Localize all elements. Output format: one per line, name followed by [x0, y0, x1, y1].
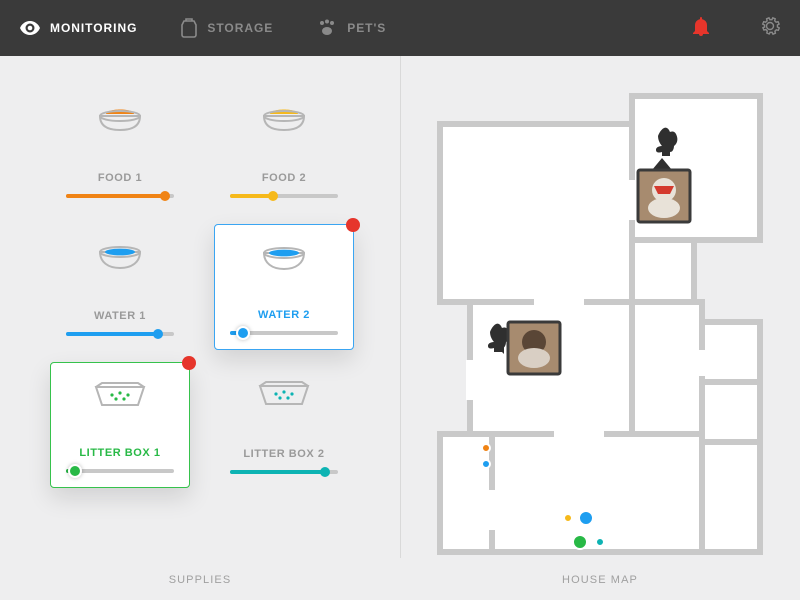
supply-card[interactable]: FOOD 1: [50, 86, 190, 212]
nav-storage[interactable]: STORAGE: [181, 18, 273, 38]
supply-label: WATER 1: [94, 310, 146, 322]
settings-icon[interactable]: [760, 16, 780, 41]
supplies-panel: FOOD 1 FOOD 2 WATER 1 WATER 2 LITTER BOX 1 LI…: [0, 56, 400, 600]
supply-label: WATER 2: [258, 309, 310, 321]
supply-card[interactable]: LITTER BOX 2: [214, 362, 354, 488]
floor-plan[interactable]: [434, 90, 764, 560]
house-map-panel: HOUSE MAP: [400, 56, 800, 600]
level-slider[interactable]: [66, 469, 174, 473]
notification-icon[interactable]: [692, 16, 710, 41]
supply-card[interactable]: FOOD 2: [214, 86, 354, 212]
water-bowl-icon: [256, 239, 312, 280]
house-map-label: HOUSE MAP: [400, 574, 800, 586]
supply-label: FOOD 1: [98, 172, 142, 184]
alert-dot-icon: [346, 218, 360, 232]
supply-card[interactable]: WATER 2: [214, 224, 354, 350]
nav-label: PET'S: [347, 21, 386, 35]
food-bowl-icon: [256, 100, 312, 141]
supply-label: FOOD 2: [262, 172, 306, 184]
paw-icon: [317, 19, 337, 37]
storage-icon: [181, 18, 197, 38]
litter-bowl-icon: [90, 377, 150, 416]
level-slider[interactable]: [230, 194, 338, 198]
supply-card[interactable]: WATER 1: [50, 224, 190, 350]
litter-bowl-icon: [254, 376, 314, 415]
nav-label: MONITORING: [50, 21, 137, 35]
nav-label: STORAGE: [207, 21, 273, 35]
level-slider[interactable]: [230, 331, 338, 335]
supply-card[interactable]: LITTER BOX 1: [50, 362, 190, 488]
alert-dot-icon: [182, 356, 196, 370]
level-slider[interactable]: [66, 332, 174, 336]
water-bowl-icon: [92, 238, 148, 279]
eye-icon: [20, 21, 40, 35]
supply-label: LITTER BOX 1: [79, 447, 160, 459]
level-slider[interactable]: [66, 194, 174, 198]
supply-label: LITTER BOX 2: [243, 448, 324, 460]
level-slider[interactable]: [230, 470, 338, 474]
nav-monitoring[interactable]: MONITORING: [20, 21, 137, 35]
supplies-label: SUPPLIES: [0, 574, 400, 586]
food-bowl-icon: [92, 100, 148, 141]
nav-pets[interactable]: PET'S: [317, 19, 386, 37]
